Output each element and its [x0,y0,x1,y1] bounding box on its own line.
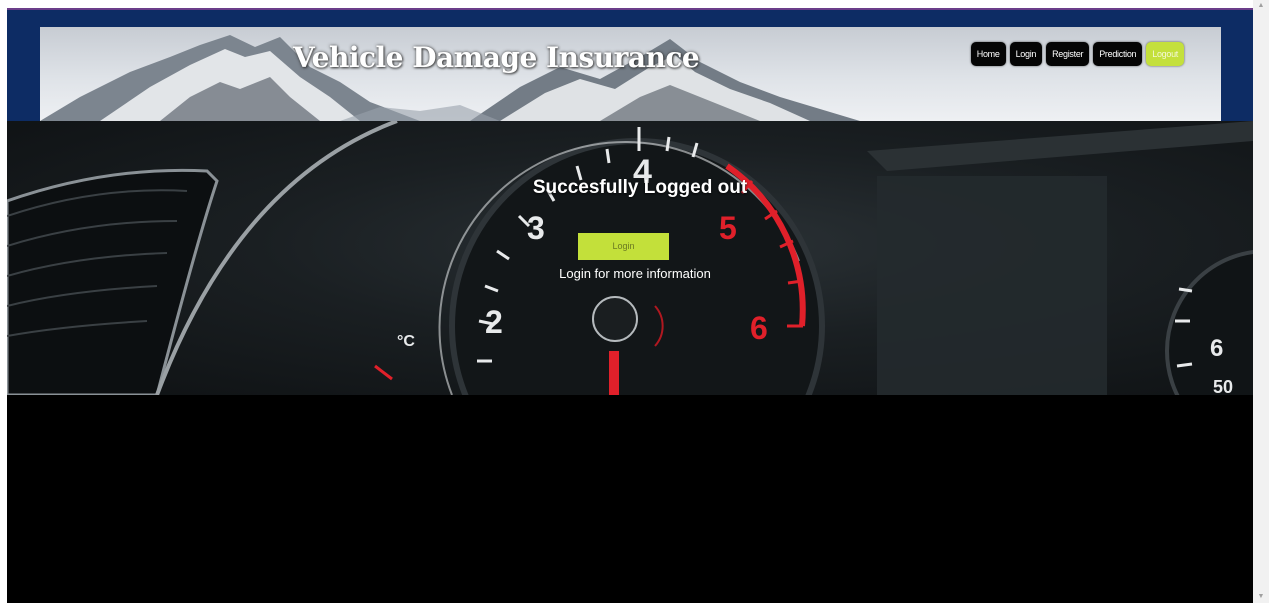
nav-register-button[interactable]: Register [1046,42,1090,66]
nav-prediction-button[interactable]: Prediction [1093,42,1143,66]
nav-home-button[interactable]: Home [970,42,1006,66]
nav-logout-button[interactable]: Logout [1146,42,1184,66]
scroll-up-arrow-icon[interactable]: ▲ [1257,2,1265,10]
scroll-down-arrow-icon[interactable]: ▼ [1257,593,1265,601]
lower-empty-area [7,395,1253,603]
main-nav: Home Login Register Prediction Logout [970,42,1184,66]
logout-message-title: Succesfully Logged out [532,177,748,198]
header-bar: Vehicle Damage Insurance Home Login Regi… [7,10,1253,121]
gauge-number: 5 [719,210,737,246]
side-gauge-number: 50 [1213,377,1233,395]
hero-section: 4 3 2 5 6 °C 6 50 Succesfully Logged out… [7,121,1253,395]
gauge-number: 3 [527,210,545,246]
side-gauge-number: 6 [1210,335,1223,362]
page: Vehicle Damage Insurance Home Login Regi… [7,0,1253,603]
site-title: Vehicle Damage Insurance [293,41,700,74]
vertical-scrollbar[interactable]: ▲ ▼ [1253,0,1269,603]
temp-label: °C [397,333,415,350]
gauge-number: 2 [485,304,503,340]
login-info-text: Login for more information [559,266,711,281]
login-button[interactable]: Login [578,233,669,260]
top-strip [7,0,1253,10]
gauge-number: 6 [750,310,768,346]
header-banner: Vehicle Damage Insurance Home Login Regi… [40,27,1221,121]
nav-login-button[interactable]: Login [1009,42,1043,66]
